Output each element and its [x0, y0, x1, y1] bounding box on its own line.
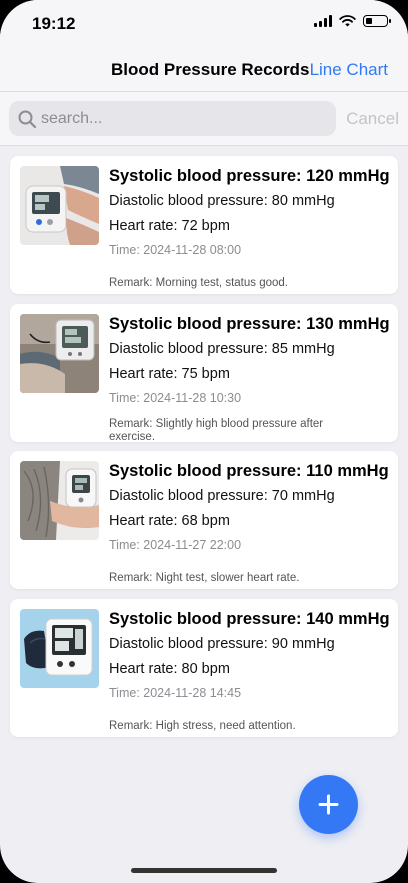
diastolic-value: Diastolic blood pressure: 80 mmHg: [109, 193, 335, 209]
add-record-button[interactable]: [299, 775, 358, 834]
record-card[interactable]: Systolic blood pressure: 110 mmHg Diasto…: [10, 451, 398, 589]
plus-icon: [318, 794, 339, 815]
line-chart-button[interactable]: Line Chart: [310, 60, 388, 80]
search-bar: Cancel: [0, 92, 408, 146]
diastolic-value: Diastolic blood pressure: 85 mmHg: [109, 340, 335, 357]
status-icons: [314, 15, 391, 27]
status-time: 19:12: [32, 14, 76, 33]
record-remark: Remark: Night test, slower heart rate.: [109, 572, 300, 584]
systolic-value: Systolic blood pressure: 140 mmHg: [109, 609, 390, 628]
search-input[interactable]: [41, 101, 331, 136]
systolic-value: Systolic blood pressure: 110 mmHg: [109, 462, 389, 480]
record-remark: Remark: Slightly high blood pressure aft…: [109, 417, 324, 443]
record-image: [20, 166, 99, 245]
record-card[interactable]: Systolic blood pressure: 120 mmHg Diasto…: [10, 156, 398, 294]
battery-icon: [363, 15, 391, 27]
search-box[interactable]: [9, 101, 336, 136]
cancel-button[interactable]: Cancel: [346, 109, 399, 129]
record-time: Time: 2024-11-28 08:00: [109, 243, 242, 257]
record-time: Time: 2024-11-28 10:30: [109, 390, 242, 405]
diastolic-value: Diastolic blood pressure: 90 mmHg: [109, 635, 335, 652]
heart-rate-value: Heart rate: 75 bpm: [109, 365, 230, 382]
nav-bar: Blood Pressure Records Line Chart: [0, 48, 408, 92]
status-bar: 19:12: [0, 0, 408, 48]
systolic-value: Systolic blood pressure: 130 mmHg: [109, 314, 390, 333]
heart-rate-value: Heart rate: 80 bpm: [109, 660, 230, 677]
search-icon: [18, 110, 37, 129]
record-card[interactable]: Systolic blood pressure: 130 mmHg Diasto…: [10, 303, 398, 443]
record-card[interactable]: Systolic blood pressure: 140 mmHg Diasto…: [10, 598, 398, 737]
record-time: Time: 2024-11-28 14:45: [109, 685, 242, 700]
record-remark: Remark: Morning test, status good.: [109, 277, 288, 289]
heart-rate-value: Heart rate: 72 bpm: [109, 218, 230, 234]
record-time: Time: 2024-11-27 22:00: [109, 538, 242, 552]
record-image: [20, 608, 99, 688]
app-screen: 19:12 Blood Pressure Records Line Chart: [0, 0, 408, 883]
records-list: Systolic blood pressure: 120 mmHg Diasto…: [10, 156, 398, 746]
wifi-icon: [339, 15, 356, 27]
home-indicator[interactable]: [131, 868, 277, 873]
page-title: Blood Pressure Records: [111, 60, 310, 79]
diastolic-value: Diastolic blood pressure: 70 mmHg: [109, 488, 335, 504]
record-remark: Remark: High stress, need attention.: [109, 719, 296, 732]
heart-rate-value: Heart rate: 68 bpm: [109, 513, 230, 529]
record-image: [20, 313, 99, 393]
systolic-value: Systolic blood pressure: 120 mmHg: [109, 167, 390, 185]
signal-icon: [314, 15, 332, 27]
record-image: [20, 461, 99, 540]
